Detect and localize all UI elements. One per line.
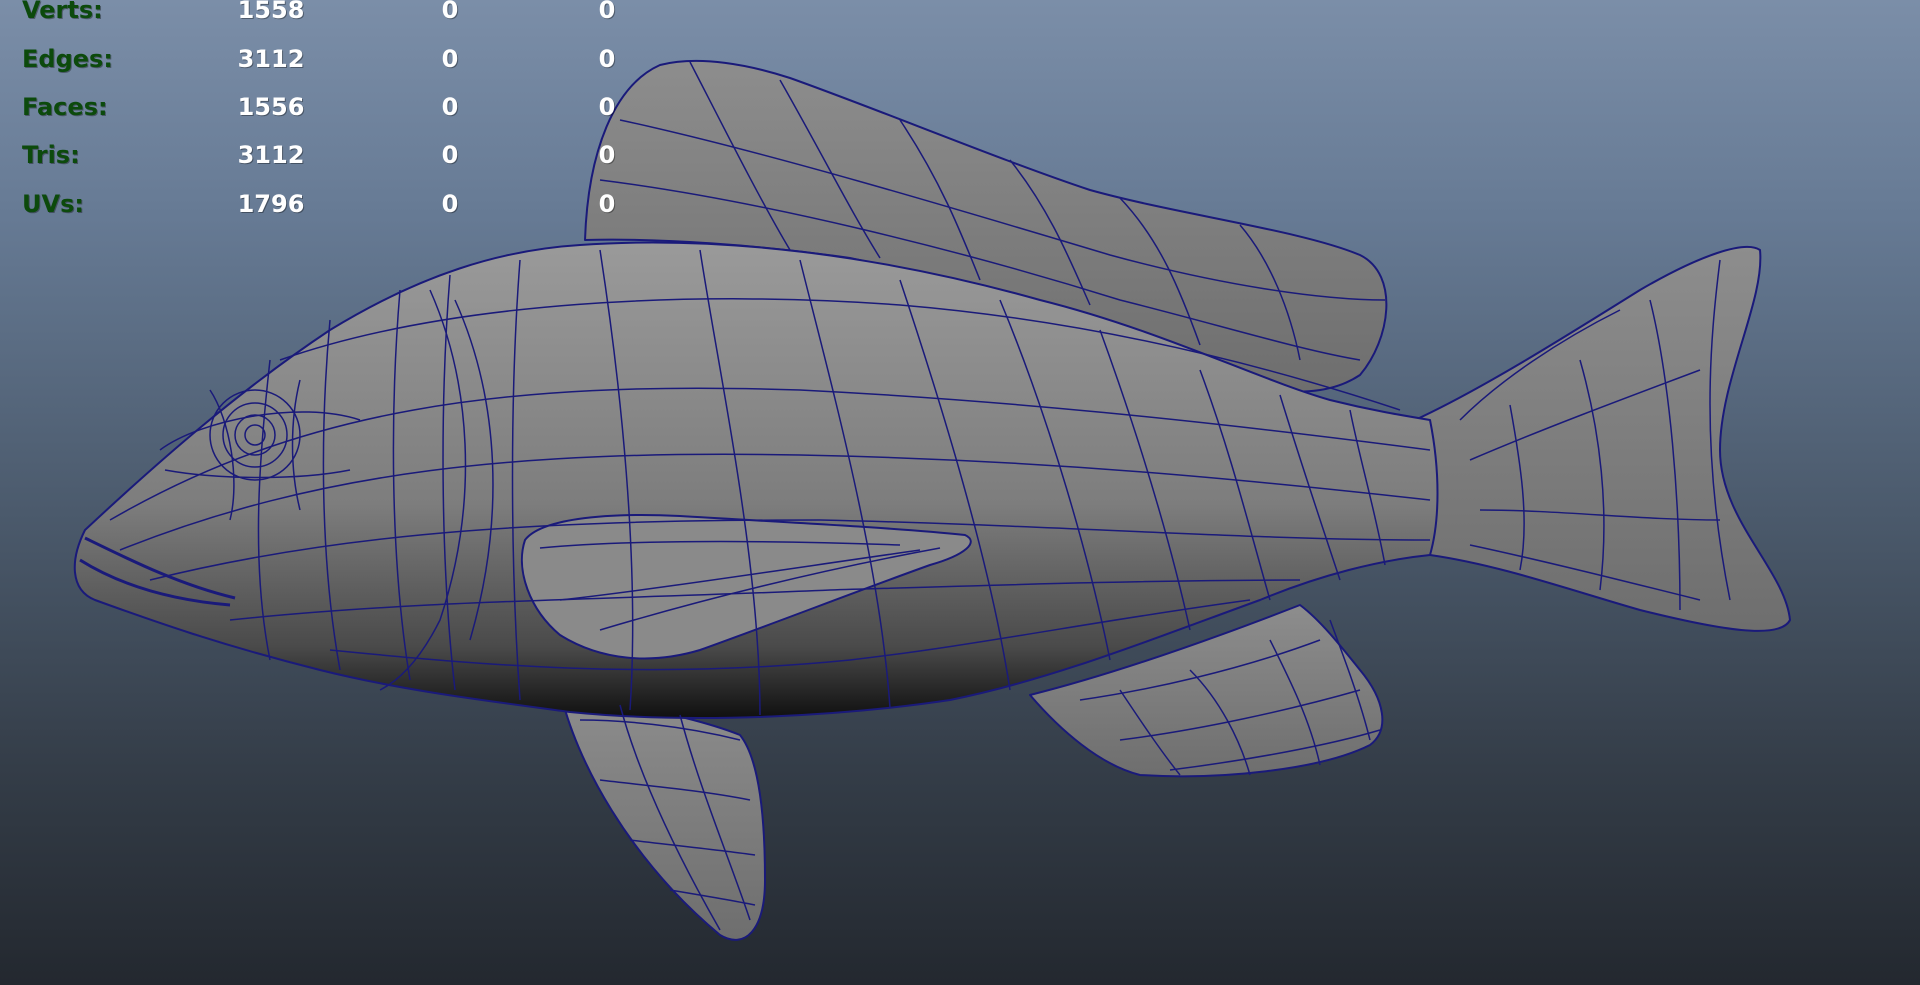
hud-value: 0 [598,93,616,121]
hud-row-uvs: UVs: 1796 0 0 [0,180,640,228]
hud-row-verts: Verts: 1558 0 0 [0,0,640,34]
hud-label: Faces: [22,93,108,121]
heads-up-display-poly-count: Verts: 1558 0 0 Edges: 3112 0 0 Faces: 1… [0,0,640,225]
hud-value: 0 [441,141,459,169]
hud-label: Tris: [22,141,80,169]
hud-row-tris: Tris: 3112 0 0 [0,131,640,179]
hud-value: 0 [441,0,459,24]
hud-value: 0 [441,93,459,121]
hud-value: 1558 [237,0,305,24]
hud-value: 0 [441,45,459,73]
hud-value: 0 [598,141,616,169]
hud-row-edges: Edges: 3112 0 0 [0,35,640,83]
hud-row-faces: Faces: 1556 0 0 [0,83,640,131]
hud-value: 0 [441,190,459,218]
hud-value: 0 [598,190,616,218]
pelvic-fin[interactable] [559,689,766,941]
hud-value: 1796 [237,190,305,218]
hud-label: UVs: [22,190,84,218]
hud-value: 3112 [237,45,305,73]
hud-value: 0 [598,0,616,24]
hud-label: Verts: [22,0,103,24]
hud-label: Edges: [22,45,113,73]
hud-value: 1556 [237,93,305,121]
hud-value: 0 [598,45,616,73]
hud-value: 3112 [237,141,305,169]
